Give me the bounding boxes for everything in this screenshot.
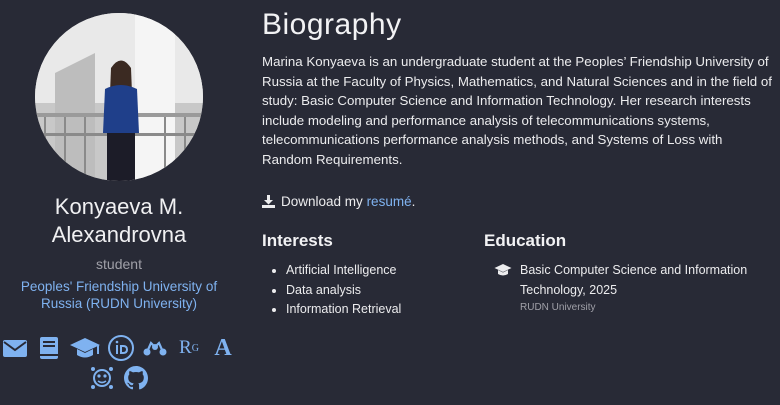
interest-item: Artificial Intelligence: [286, 261, 472, 281]
download-icon: [262, 195, 275, 208]
download-label: Download my: [281, 194, 363, 209]
interests-heading: Interests: [262, 231, 333, 250]
interest-item: Information Retrieval: [286, 300, 472, 320]
profile-sidebar: Konyaeva M. Alexandrovna student Peoples…: [0, 0, 238, 405]
researchgate-icon[interactable]: RG: [175, 334, 203, 362]
download-period: .: [411, 194, 416, 209]
avatar-photo: [35, 13, 203, 181]
profile-role: student: [96, 256, 142, 272]
book-icon[interactable]: [35, 334, 63, 362]
resume-link[interactable]: resumé: [367, 194, 412, 209]
education-item: Basic Computer Science and Information T…: [494, 261, 774, 313]
email-icon[interactable]: [1, 334, 29, 362]
education-section: Education Basic Computer Science and Inf…: [484, 231, 774, 313]
avatar: [35, 13, 203, 181]
robot-face-icon[interactable]: [88, 364, 116, 392]
profile-organization-link[interactable]: Peoples' Friendship University of Russia…: [0, 278, 238, 312]
education-heading: Education: [484, 231, 567, 250]
download-resume: Download my resumé.: [262, 194, 415, 209]
social-links: RG A: [0, 333, 238, 393]
biography-text: Marina Konyaeva is an undergraduate stud…: [262, 54, 772, 167]
graduation-cap-icon: [494, 264, 512, 276]
github-icon[interactable]: [122, 364, 150, 392]
orcid-icon[interactable]: [107, 334, 135, 362]
education-institution: RUDN University: [520, 302, 596, 313]
graduation-cap-icon[interactable]: [69, 334, 101, 362]
profile-name: Konyaeva M. Alexandrovna: [51, 194, 187, 247]
academia-icon[interactable]: A: [209, 334, 237, 362]
interests-section: Interests Artificial Intelligence Data a…: [262, 231, 472, 320]
mendeley-icon[interactable]: [141, 334, 169, 362]
education-course: Basic Computer Science and Information T…: [520, 263, 748, 297]
biography-heading: Biography: [262, 8, 402, 41]
interest-item: Data analysis: [286, 281, 472, 301]
